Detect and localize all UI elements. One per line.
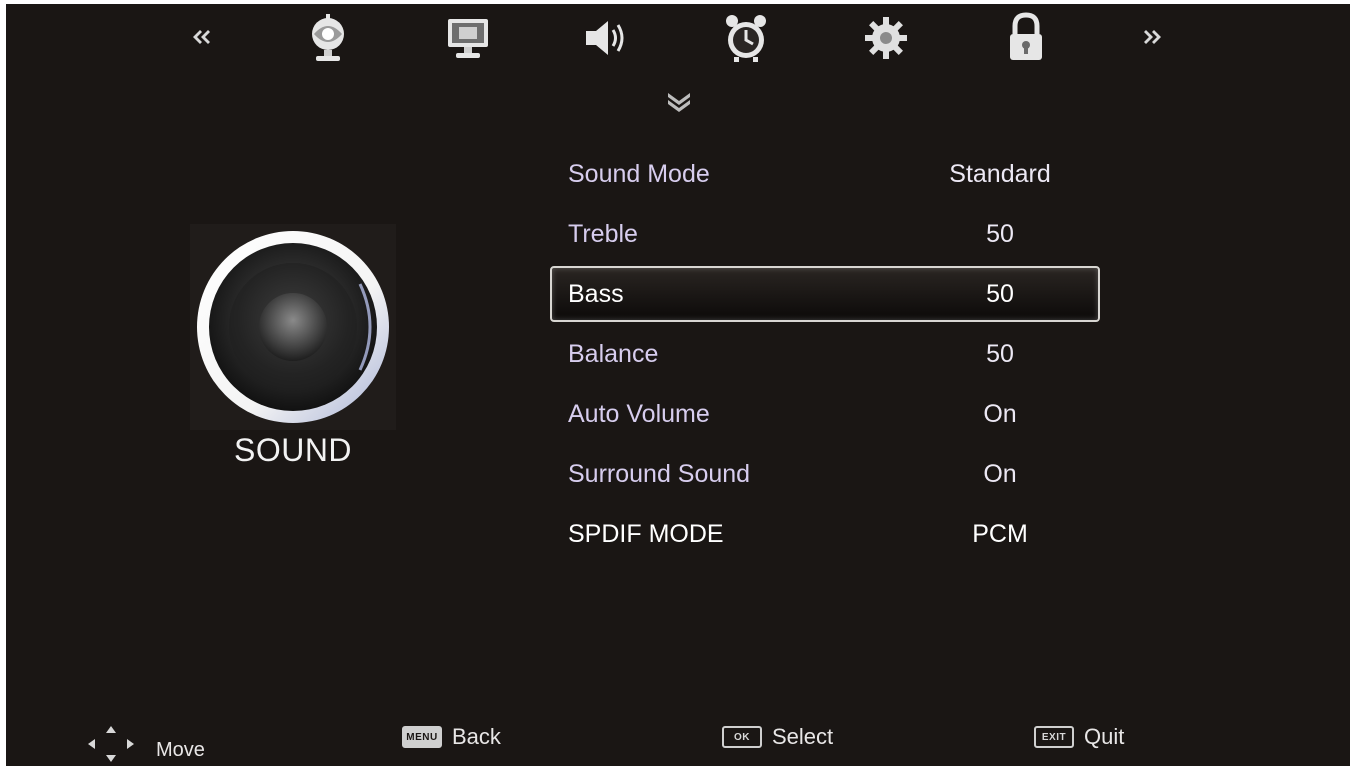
- display-icon[interactable]: [440, 10, 496, 66]
- sound-menu-list: Sound Mode Standard Treble 50 Bass 50 Ba…: [550, 144, 1100, 564]
- menu-item-value: On: [983, 399, 1017, 428]
- help-move: Move: [80, 724, 205, 764]
- help-back-label: Back: [452, 724, 501, 749]
- help-quit-label: Quit: [1084, 724, 1125, 749]
- menu-item-value: PCM: [972, 519, 1028, 548]
- help-select-label: Select: [772, 724, 834, 749]
- menu-item-label: Auto Volume: [568, 399, 710, 428]
- category-tile: [190, 224, 396, 430]
- menu-item-value: Standard: [949, 159, 1051, 188]
- menu-item-value: On: [983, 459, 1017, 488]
- menu-item-label: SPDIF MODE: [568, 519, 724, 548]
- chevron-down-icon: [662, 86, 696, 116]
- menu-item-label: Balance: [568, 339, 659, 368]
- setup-icon[interactable]: [858, 10, 914, 66]
- top-menu-bar: [6, 4, 1350, 76]
- help-move-label: Move: [156, 738, 205, 761]
- menu-item-treble[interactable]: Treble 50: [550, 204, 1100, 264]
- help-quit: EXIT Quit: [1034, 724, 1124, 750]
- help-bar: Move MENU Back OK Select EXIT Quit: [6, 720, 1350, 766]
- ok-key-icon: OK: [722, 726, 762, 748]
- menu-item-label: Sound Mode: [568, 159, 710, 188]
- speaker-icon: [197, 231, 389, 423]
- sound-icon[interactable]: [578, 10, 634, 66]
- menu-item-label: Bass: [568, 279, 624, 308]
- help-select: OK Select: [722, 724, 833, 750]
- lock-icon[interactable]: [998, 10, 1054, 66]
- timer-icon[interactable]: [718, 10, 774, 66]
- picture-icon[interactable]: [300, 10, 356, 66]
- menu-item-auto-volume[interactable]: Auto Volume On: [550, 384, 1100, 444]
- menu-item-value: 50: [986, 279, 1014, 308]
- menu-item-bass[interactable]: Bass 50: [550, 266, 1100, 322]
- previous-page-arrow-icon[interactable]: [186, 22, 216, 52]
- help-back: MENU Back: [402, 724, 501, 750]
- dpad-arrows-icon: [88, 726, 134, 762]
- menu-key-icon: MENU: [402, 726, 442, 748]
- category-label: SOUND: [233, 432, 353, 468]
- next-page-arrow-icon[interactable]: [1138, 22, 1168, 52]
- menu-item-value: 50: [986, 339, 1014, 368]
- menu-item-label: Treble: [568, 219, 638, 248]
- exit-key-icon: EXIT: [1034, 726, 1074, 748]
- menu-item-surround-sound[interactable]: Surround Sound On: [550, 444, 1100, 504]
- menu-item-sound-mode[interactable]: Sound Mode Standard: [550, 144, 1100, 204]
- tv-osd-screen: SOUND Sound Mode Standard Treble 50 Bass…: [6, 4, 1350, 766]
- menu-item-label: Surround Sound: [568, 459, 751, 488]
- menu-item-spdif-mode[interactable]: SPDIF MODE PCM: [550, 504, 1100, 564]
- menu-item-balance[interactable]: Balance 50: [550, 324, 1100, 384]
- menu-item-value: 50: [986, 219, 1014, 248]
